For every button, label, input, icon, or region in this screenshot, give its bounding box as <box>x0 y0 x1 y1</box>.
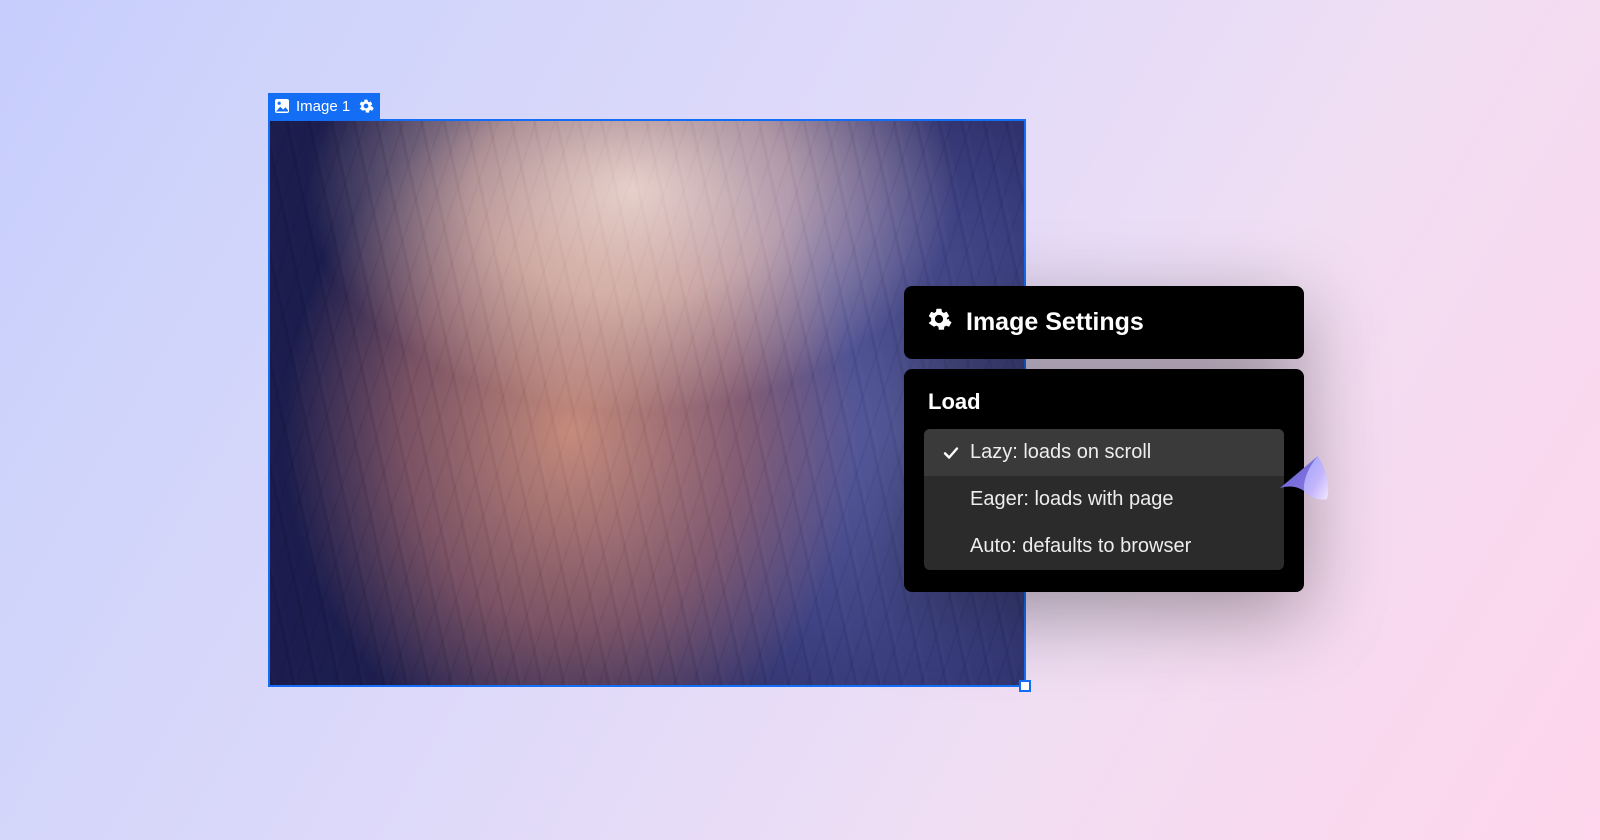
load-option-eager[interactable]: Eager: loads with page <box>924 476 1284 523</box>
check-icon <box>938 444 964 462</box>
load-section-label: Load <box>924 389 1284 429</box>
option-label: Auto: defaults to browser <box>970 535 1191 558</box>
element-label-tag[interactable]: Image 1 <box>268 93 380 119</box>
element-label-text: Image 1 <box>296 98 352 115</box>
gear-icon <box>926 306 952 339</box>
option-label: Eager: loads with page <box>970 488 1173 511</box>
panel-header-section: Image Settings <box>904 286 1304 359</box>
image-icon <box>274 98 290 114</box>
option-label: Lazy: loads on scroll <box>970 441 1151 464</box>
load-option-lazy[interactable]: Lazy: loads on scroll <box>924 429 1284 476</box>
load-option-auto[interactable]: Auto: defaults to browser <box>924 523 1284 570</box>
load-option-list: Lazy: loads on scroll Eager: loads with … <box>924 429 1284 570</box>
panel-body-section: Load Lazy: loads on scroll Eager: loads … <box>904 369 1304 592</box>
resize-handle-se[interactable] <box>1019 680 1031 692</box>
image-settings-panel: Image Settings Load Lazy: loads on scrol… <box>904 286 1304 602</box>
gear-icon[interactable] <box>358 98 374 114</box>
panel-header: Image Settings <box>904 286 1304 359</box>
panel-title: Image Settings <box>966 308 1144 337</box>
